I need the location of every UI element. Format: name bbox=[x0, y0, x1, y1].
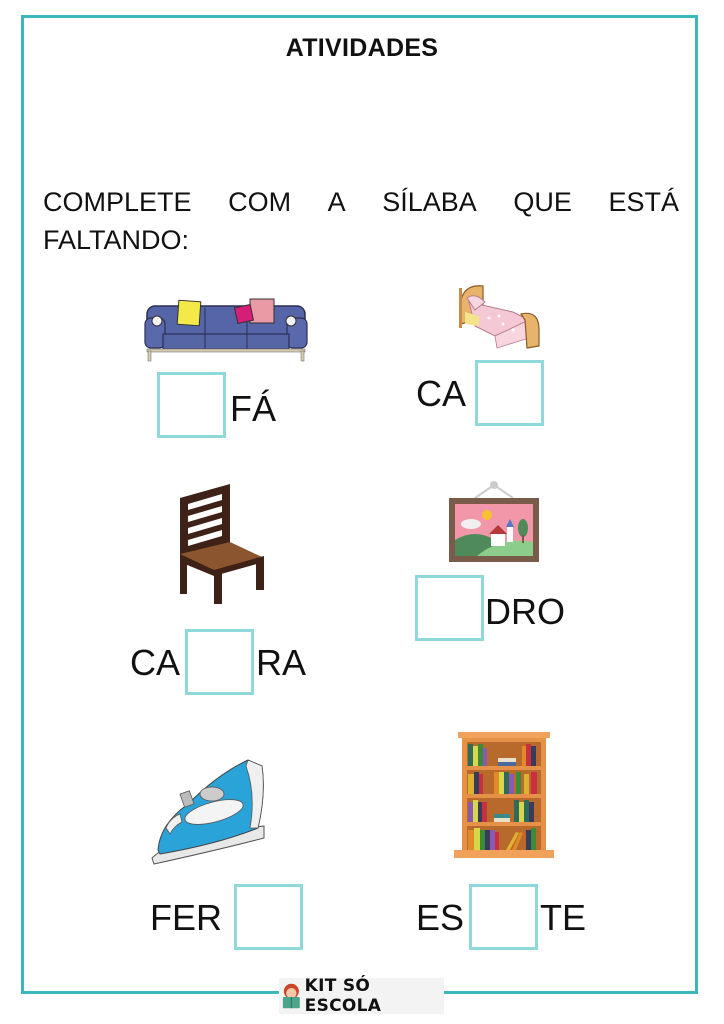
instruction-word: COMPLETE bbox=[43, 187, 192, 217]
instruction-word: QUE bbox=[513, 187, 572, 217]
page-border bbox=[21, 15, 698, 994]
reading-child-icon bbox=[282, 983, 300, 1009]
instruction-line-2: FALTANDO: bbox=[43, 225, 190, 255]
syllable-before: CA bbox=[416, 373, 467, 414]
footer-logo: KIT SÓ ESCOLA bbox=[279, 976, 444, 1016]
syllable-after: TE bbox=[540, 897, 587, 938]
answer-box[interactable] bbox=[469, 884, 538, 950]
sofa-icon bbox=[144, 298, 308, 362]
chair-icon bbox=[180, 484, 264, 604]
syllable-before: ES bbox=[416, 897, 465, 938]
answer-box[interactable] bbox=[234, 884, 303, 950]
framed-picture-icon bbox=[449, 481, 539, 562]
page-title: ATIVIDADES bbox=[285, 34, 439, 62]
answer-box[interactable] bbox=[185, 629, 254, 695]
syllable-before: CA bbox=[130, 642, 181, 683]
instruction-word: COM bbox=[228, 187, 292, 217]
syllable-after: DRO bbox=[485, 591, 565, 632]
instruction-word: A bbox=[327, 187, 346, 217]
bed-icon bbox=[459, 285, 540, 349]
answer-box[interactable] bbox=[475, 360, 544, 426]
answer-box[interactable] bbox=[157, 372, 226, 438]
syllable-before: FER bbox=[150, 897, 222, 938]
clothes-iron-icon bbox=[151, 759, 265, 865]
instruction-text: COMPLETE COM A SÍLABA QUE ESTÁ FALTANDO: bbox=[43, 183, 679, 259]
bookshelf-icon bbox=[454, 732, 554, 858]
syllable-after: RA bbox=[256, 642, 307, 683]
instruction-word: ESTÁ bbox=[608, 187, 679, 217]
answer-box[interactable] bbox=[415, 575, 484, 641]
instruction-word: SÍLABA bbox=[382, 187, 477, 217]
brand-name: KIT SÓ ESCOLA bbox=[304, 976, 382, 1016]
syllable-after: FÁ bbox=[230, 388, 277, 429]
